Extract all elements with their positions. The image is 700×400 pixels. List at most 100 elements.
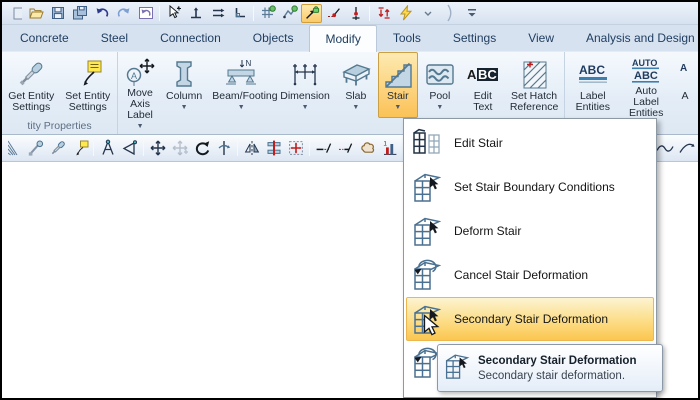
updown-red-icon[interactable] [373, 4, 394, 23]
chevron-down-icon: ▼ [352, 104, 360, 111]
parallel-icon[interactable] [207, 4, 228, 23]
svg-text:N: N [246, 59, 252, 68]
eyedropper-icon [15, 56, 47, 91]
qat-end-icon[interactable] [439, 4, 460, 23]
set-entity-settings-button[interactable]: Set Entity Settings [61, 52, 116, 118]
trim-icon[interactable] [313, 138, 334, 159]
window-part-icon[interactable] [3, 4, 24, 23]
clipped-button[interactable]: AA [674, 52, 696, 118]
stair-icon [382, 56, 414, 91]
axis-flip-icon[interactable] [213, 138, 234, 159]
stair-undo-icon [412, 259, 442, 291]
stair-cursor-icon [412, 171, 442, 203]
slab-icon [340, 56, 372, 91]
chevron-down-icon: ▼ [436, 104, 444, 111]
label-entities-button[interactable]: ABC Label Entities [567, 52, 618, 118]
hatch-icon [518, 56, 550, 91]
svg-text:1: 1 [383, 140, 387, 147]
letter-a-icon: A [678, 56, 692, 91]
tab-concrete[interactable]: Concrete [4, 25, 85, 51]
separator [143, 140, 144, 156]
undo-box-icon[interactable] [135, 4, 156, 23]
save-icon[interactable] [47, 4, 68, 23]
svg-text:AUTO: AUTO [632, 58, 657, 68]
set-hatch-reference-button[interactable]: Set Hatch Reference [506, 52, 562, 118]
get-entity-settings-button[interactable]: Get Entity Settings [4, 52, 59, 118]
cursor-snap-lock-icon[interactable] [301, 3, 322, 23]
move-icon[interactable] [147, 138, 168, 159]
auto-label-entities-button[interactable]: AUTO ABC Auto Label Entities [620, 52, 672, 119]
tab-modify[interactable]: Modify [309, 25, 377, 52]
chevron-down-icon: ▼ [237, 104, 245, 111]
node-snap-icon[interactable] [323, 4, 344, 23]
note-jump-icon[interactable] [69, 138, 90, 159]
rotate-icon[interactable] [191, 138, 212, 159]
menu-item-secondary-stair-deformation[interactable]: Secondary Stair Deformation [406, 297, 654, 341]
separator [309, 140, 310, 156]
edit-text-icon: A BC [466, 56, 500, 91]
beam-footing-button[interactable]: N Beam/Footing ▼ [208, 52, 277, 118]
column-button[interactable]: Column ▼ [162, 52, 206, 118]
extend-icon[interactable] [335, 138, 356, 159]
move-axis-icon: A [124, 56, 156, 88]
open-icon[interactable] [25, 4, 46, 23]
tab-view[interactable]: View [512, 25, 570, 51]
edit-text-button[interactable]: A BC Edit Text [462, 52, 504, 118]
separator [93, 140, 94, 156]
menu-item-deform-stair[interactable]: Deform Stair [406, 209, 654, 253]
qat-overflow-icon[interactable] [461, 4, 482, 23]
chart-icon[interactable]: 1 [379, 138, 400, 159]
pool-button[interactable]: Pool ▼ [420, 52, 460, 118]
ribbon-tabs: Concrete Steel Connection Objects Modify Tool… [2, 25, 698, 52]
redo-icon[interactable] [113, 4, 134, 23]
menu-item-edit-stair[interactable]: Edit Stair [406, 121, 654, 165]
slab-button[interactable]: Slab ▼ [336, 52, 376, 118]
column-icon [168, 56, 200, 91]
pointer-move-icon[interactable] [163, 4, 184, 23]
menu-item-cancel-stair-deformation[interactable]: Cancel Stair Deformation [406, 253, 654, 297]
node-snap-vertical-icon[interactable] [345, 4, 366, 23]
ortho-corner-icon[interactable] [229, 4, 250, 23]
chevron-down-icon: ▼ [394, 104, 402, 111]
mirror-icon[interactable] [241, 138, 262, 159]
revision-cloud-icon[interactable] [357, 138, 378, 159]
mouse-cursor-icon [423, 314, 440, 342]
clipped-ruler-icon[interactable] [3, 138, 24, 159]
lightning-icon[interactable] [395, 4, 416, 23]
grid-snap-lock-icon[interactable] [257, 4, 278, 23]
quick-access-toolbar [2, 2, 698, 25]
tab-objects[interactable]: Objects [237, 25, 310, 51]
polyline-wave-icon[interactable] [654, 138, 675, 159]
label-entities-icon: ABC [576, 56, 610, 91]
perpendicular-icon[interactable] [185, 4, 206, 23]
dimension-button[interactable]: Dimension ▼ [276, 52, 334, 118]
tab-analysis-and-design[interactable]: Analysis and Design [570, 25, 698, 51]
svg-text:BC: BC [478, 67, 497, 82]
save-all-icon[interactable] [69, 4, 90, 23]
eyedropper-small-icon[interactable] [47, 138, 68, 159]
pool-icon [424, 56, 456, 91]
separator [159, 5, 160, 21]
angle-cone-icon[interactable] [119, 138, 140, 159]
tab-tools[interactable]: Tools [377, 25, 437, 51]
column-axis-icon[interactable] [263, 138, 284, 159]
tab-settings[interactable]: Settings [437, 25, 512, 51]
compass-icon[interactable] [97, 138, 118, 159]
tab-steel[interactable]: Steel [85, 25, 144, 51]
svg-text:ABC: ABC [634, 70, 658, 82]
tab-connection[interactable]: Connection [144, 25, 237, 51]
arc-icon[interactable] [676, 138, 697, 159]
stair-cursor-icon [412, 215, 442, 247]
stair-button[interactable]: Stair ▼ [377, 52, 418, 118]
path-snap-lock-icon[interactable] [279, 4, 300, 23]
picker-icon[interactable] [25, 138, 46, 159]
menu-item-set-stair-boundary-conditions[interactable]: Set Stair Boundary Conditions [406, 165, 654, 209]
move-copy-icon[interactable] [169, 138, 190, 159]
move-axis-label-button[interactable]: A Move Axis Label ▼ [120, 52, 160, 130]
selection-grid-icon[interactable] [285, 138, 306, 159]
ribbon-group-entity-properties: Get Entity Settings Set Entity Settings t… [2, 52, 119, 134]
note-arrow-icon [72, 56, 104, 91]
dropdown-caret-icon[interactable] [417, 4, 438, 23]
undo-icon[interactable] [91, 4, 112, 23]
separator [253, 5, 254, 21]
